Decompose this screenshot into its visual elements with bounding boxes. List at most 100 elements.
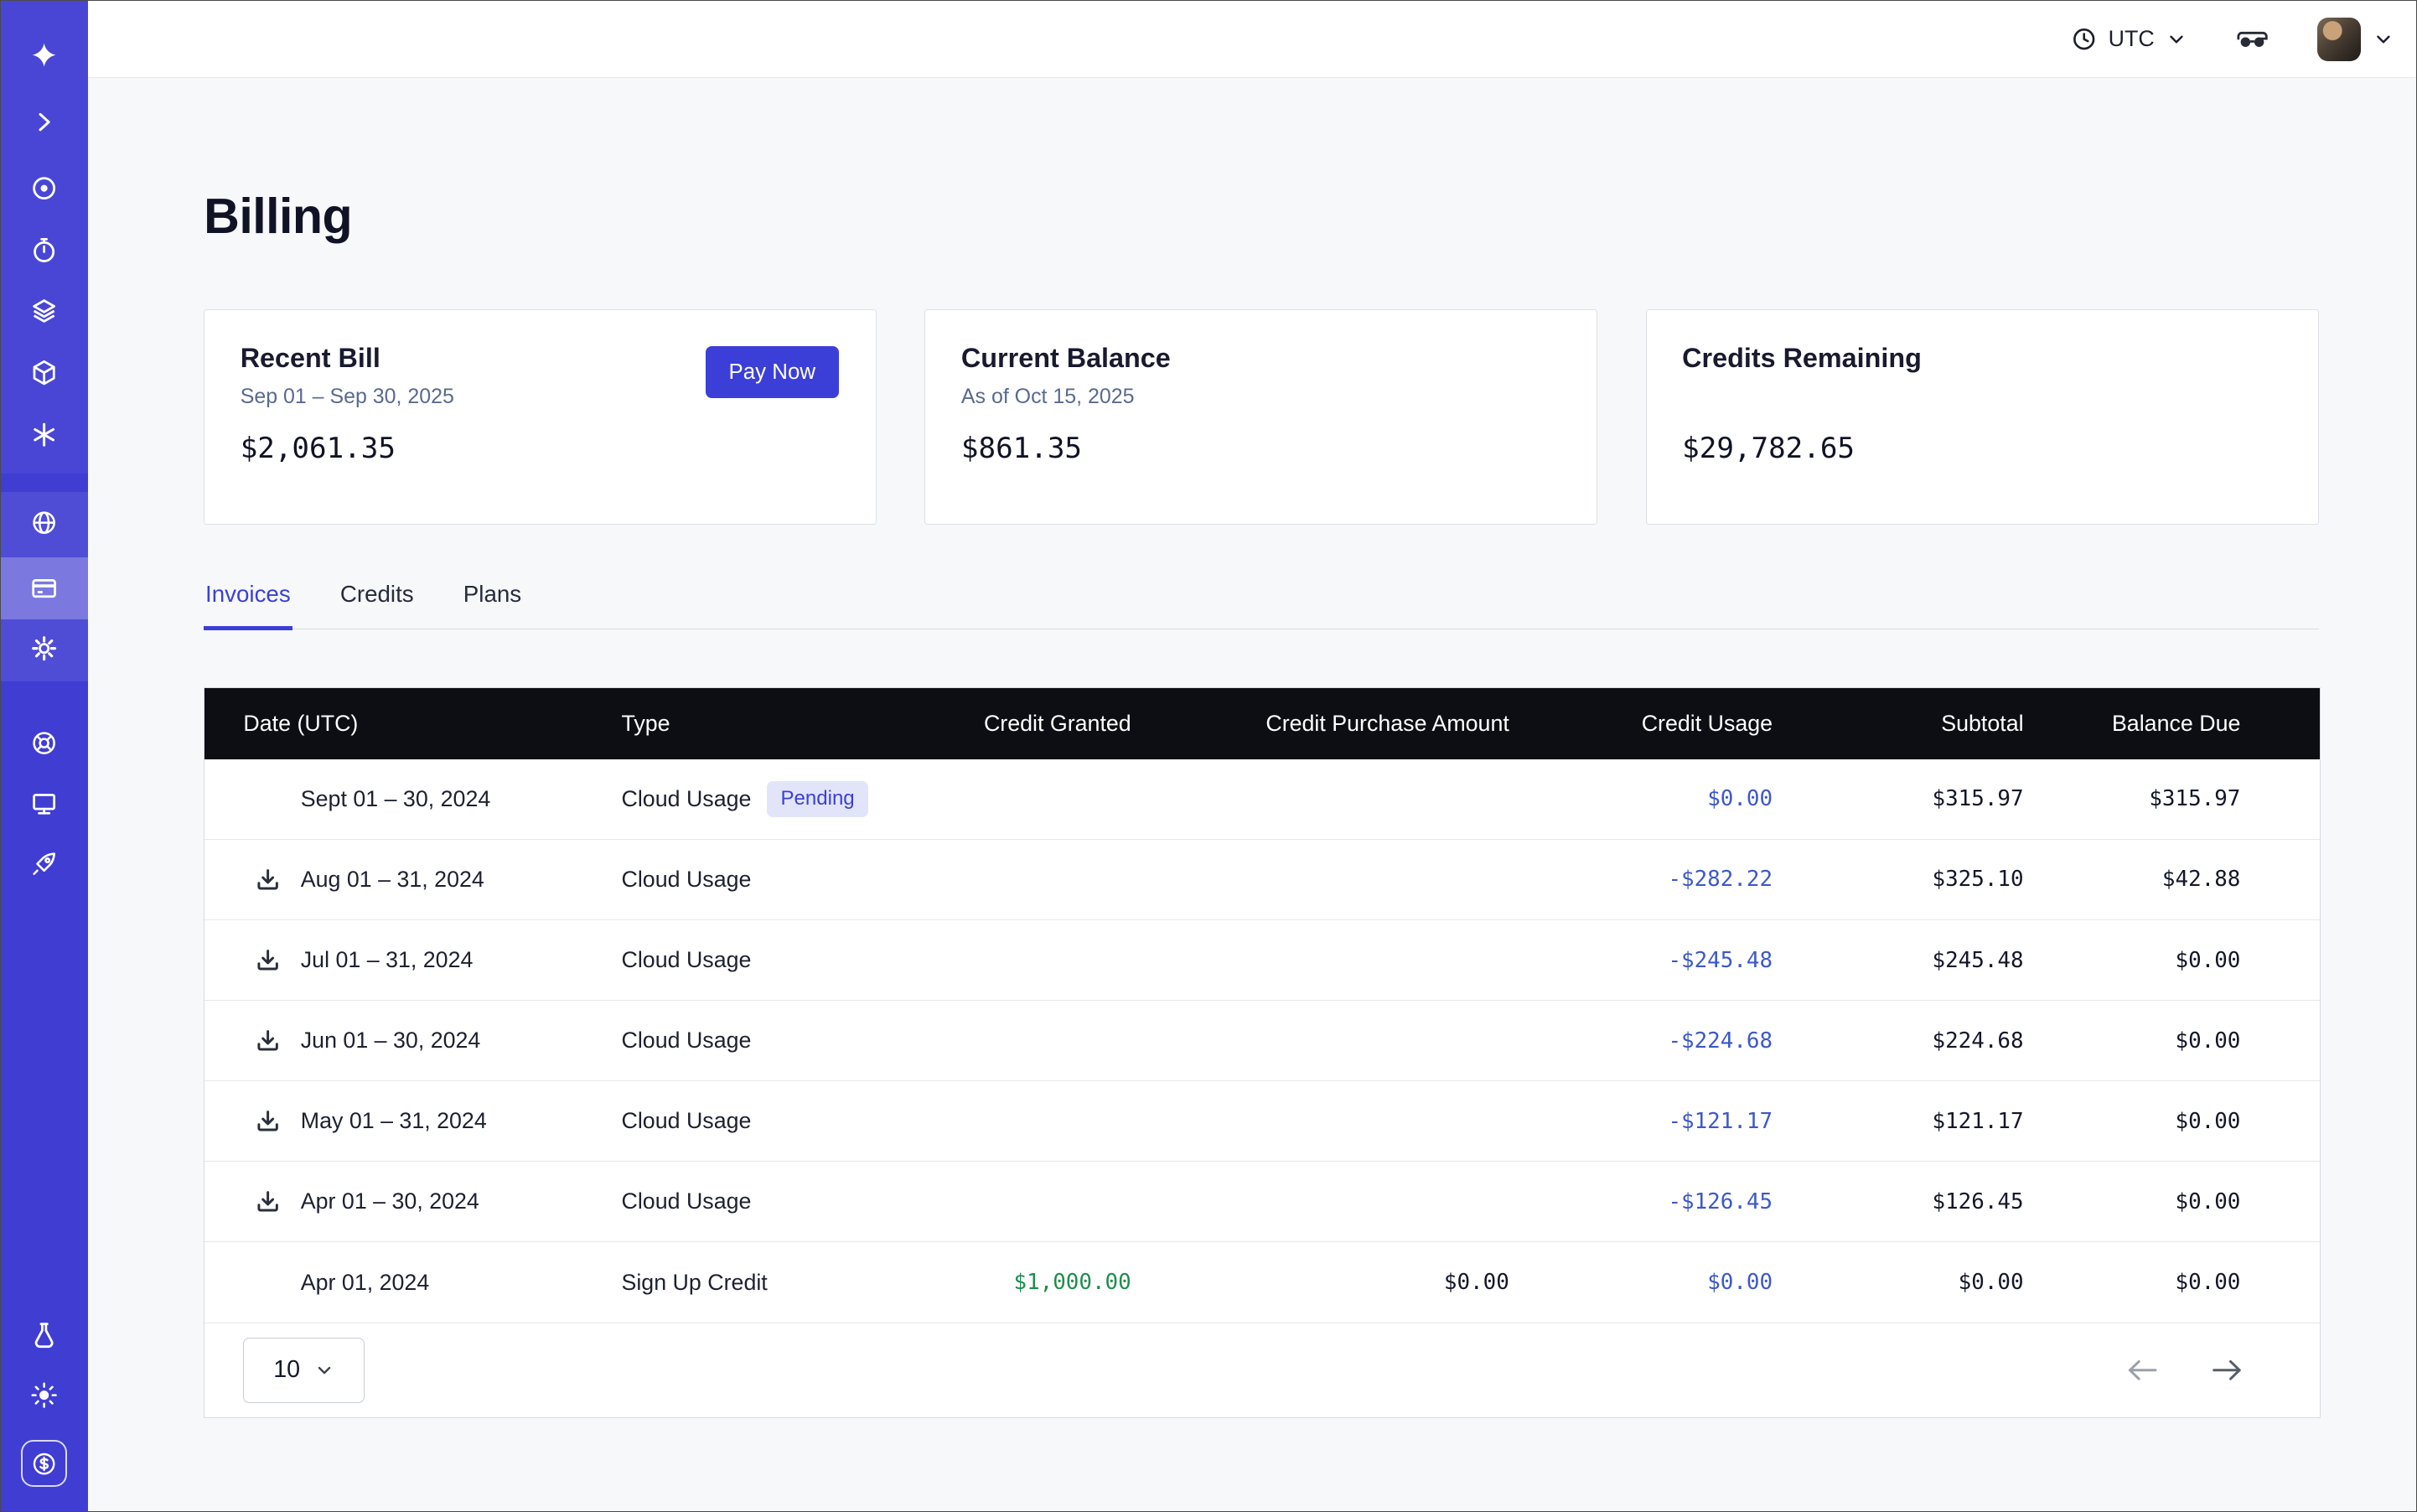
invoice-type: Sign Up Credit — [621, 1270, 767, 1296]
cube-icon[interactable] — [1, 342, 88, 404]
timezone-selector[interactable]: UTC — [2071, 26, 2187, 52]
table-body: Sept 01 – 30, 2024 Cloud Usage Pending $… — [204, 759, 2319, 1323]
cell-date: Aug 01 – 31, 2024 — [204, 866, 621, 893]
cell-balance-due: $0.00 — [2024, 1028, 2321, 1054]
settings-icon[interactable] — [1, 618, 88, 680]
cell-type: Cloud Usage — [621, 1028, 900, 1054]
timezone-label: UTC — [2109, 26, 2155, 52]
download-icon — [254, 946, 282, 974]
billing-tabs: Invoices Credits Plans — [204, 567, 2318, 629]
cell-subtotal: $325.10 — [1773, 867, 2023, 892]
column-header-credit-purchase: Credit Purchase Amount — [1131, 711, 1509, 737]
summary-cards: Recent Bill Sep 01 – Sep 30, 2025 $2,061… — [204, 309, 2318, 525]
cell-balance-due: $0.00 — [2024, 948, 2321, 973]
cell-type: Cloud Usage Pending — [621, 781, 900, 817]
cell-balance-due: $0.00 — [2024, 1270, 2321, 1295]
cell-subtotal: $126.45 — [1773, 1189, 2023, 1214]
download-icon — [254, 1027, 282, 1054]
goggles-icon[interactable] — [2237, 26, 2268, 52]
support-icon[interactable] — [1, 712, 88, 774]
globe-icon[interactable] — [1, 492, 88, 554]
expand-sidebar-icon[interactable] — [1, 91, 88, 153]
download-icon — [254, 866, 282, 893]
topbar: UTC — [88, 1, 2417, 78]
avatar — [2317, 18, 2361, 61]
invoice-type: Cloud Usage — [621, 786, 751, 812]
theme-icon[interactable] — [1, 1364, 88, 1427]
billing-icon[interactable] — [1, 557, 88, 619]
card-title: Current Balance — [961, 343, 1561, 374]
table-row: Jul 01 – 31, 2024 Cloud Usage -$245.48 $… — [204, 920, 2319, 1001]
card-title: Credits Remaining — [1682, 343, 2282, 374]
chevron-down-icon — [2373, 28, 2394, 50]
cell-credit-granted: $1,000.00 — [900, 1270, 1131, 1295]
rocket-icon[interactable] — [1, 833, 88, 895]
download-invoice-button[interactable] — [254, 1027, 282, 1054]
cell-date: Apr 01, 2024 — [204, 1268, 621, 1296]
timer-icon[interactable] — [1, 220, 88, 282]
credits-dollar-icon[interactable] — [21, 1440, 67, 1486]
card-subtitle-spacer — [1682, 385, 2282, 411]
current-balance-amount: $861.35 — [961, 432, 1561, 465]
cell-credit-usage: $0.00 — [1509, 1270, 1773, 1295]
cell-subtotal: $224.68 — [1773, 1028, 2023, 1054]
cell-credit-usage: -$282.22 — [1509, 867, 1773, 892]
cell-type: Cloud Usage — [621, 947, 900, 973]
table-header: Date (UTC) Type Credit Granted Credit Pu… — [204, 688, 2319, 759]
tab-invoices[interactable]: Invoices — [204, 567, 292, 630]
status-badge: Pending — [767, 781, 868, 817]
download-invoice-button[interactable] — [254, 1188, 282, 1215]
invoice-date: Apr 01 – 30, 2024 — [301, 1188, 479, 1214]
download-invoice-button[interactable] — [254, 946, 282, 974]
cell-date: Sept 01 – 30, 2024 — [204, 785, 621, 813]
page-size-select[interactable]: 10 — [243, 1338, 364, 1403]
tab-plans[interactable]: Plans — [462, 567, 523, 630]
next-page-button[interactable] — [2211, 1358, 2245, 1383]
download-invoice-button[interactable] — [254, 866, 282, 893]
clock-icon — [2071, 26, 2097, 52]
cell-type: Cloud Usage — [621, 867, 900, 893]
table-row: May 01 – 31, 2024 Cloud Usage -$121.17 $… — [204, 1081, 2319, 1162]
invoice-type: Cloud Usage — [621, 1188, 751, 1214]
cell-credit-usage: -$126.45 — [1509, 1189, 1773, 1214]
cell-date: May 01 – 31, 2024 — [204, 1107, 621, 1135]
invoice-type: Cloud Usage — [621, 1028, 751, 1054]
logo-icon[interactable] — [1, 24, 88, 86]
cell-date: Jul 01 – 31, 2024 — [204, 946, 621, 974]
column-header-date: Date (UTC) — [204, 711, 621, 737]
download-invoice-button[interactable] — [254, 1107, 282, 1135]
asterisk-icon[interactable] — [1, 404, 88, 466]
cell-date: Jun 01 – 30, 2024 — [204, 1027, 621, 1054]
page-size-value: 10 — [273, 1356, 300, 1384]
flask-icon[interactable] — [1, 1304, 88, 1366]
cell-type: Sign Up Credit — [621, 1270, 900, 1296]
invoice-date: Sept 01 – 30, 2024 — [301, 786, 490, 812]
table-row: Apr 01, 2024 Sign Up Credit $1,000.00 $0… — [204, 1242, 2319, 1323]
app-root: UTC Billing Recent Bill Sep 01 – Sep 30,… — [0, 0, 2417, 1512]
prev-page-button[interactable] — [2125, 1358, 2159, 1383]
page-title: Billing — [204, 187, 2318, 245]
credits-remaining-card: Credits Remaining $29,782.65 — [1646, 309, 2319, 525]
table-row: Sept 01 – 30, 2024 Cloud Usage Pending $… — [204, 759, 2319, 840]
cell-subtotal: $121.17 — [1773, 1109, 2023, 1134]
cell-date: Apr 01 – 30, 2024 — [204, 1188, 621, 1215]
pay-now-button[interactable]: Pay Now — [706, 346, 839, 398]
invoice-date: Jul 01 – 31, 2024 — [301, 947, 474, 973]
chevron-down-icon — [314, 1360, 334, 1380]
arrow-left-icon — [2125, 1358, 2159, 1383]
target-icon[interactable] — [1, 158, 88, 220]
cell-balance-due: $0.00 — [2024, 1189, 2321, 1214]
cell-subtotal: $0.00 — [1773, 1270, 2023, 1295]
cell-balance-due: $0.00 — [2024, 1109, 2321, 1134]
main-content: Billing Recent Bill Sep 01 – Sep 30, 202… — [88, 78, 2417, 1511]
column-header-balance-due: Balance Due — [2024, 711, 2321, 737]
user-menu[interactable] — [2317, 18, 2394, 61]
display-icon[interactable] — [1, 773, 88, 835]
download-icon — [254, 1188, 282, 1215]
invoice-date: Jun 01 – 30, 2024 — [301, 1028, 481, 1054]
table-row: Jun 01 – 30, 2024 Cloud Usage -$224.68 $… — [204, 1001, 2319, 1081]
layers-icon[interactable] — [1, 280, 88, 342]
tab-credits[interactable]: Credits — [339, 567, 416, 630]
table-footer: 10 — [204, 1323, 2319, 1418]
cell-type: Cloud Usage — [621, 1188, 900, 1214]
